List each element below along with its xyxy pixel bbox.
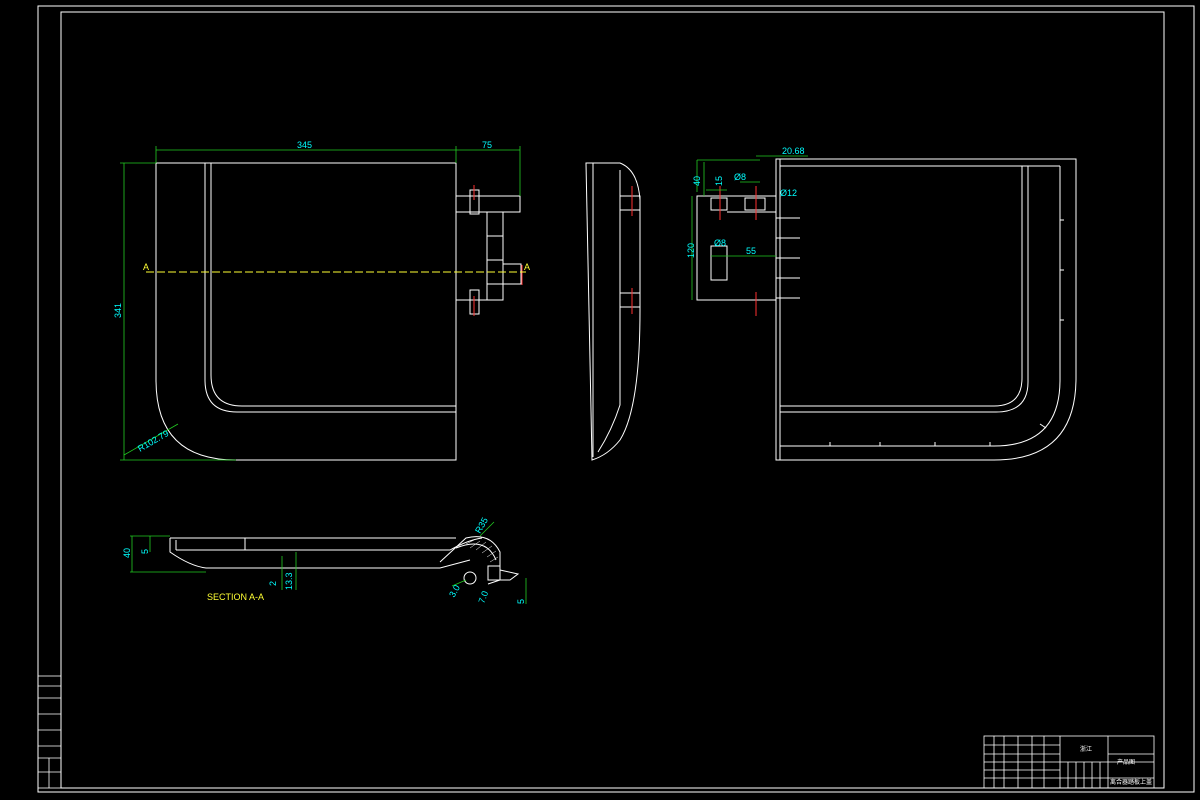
front-view-center-marks: [473, 185, 523, 316]
sec-dim-5: 5: [140, 549, 150, 554]
dim-tab: 75: [482, 140, 492, 150]
dim-phi8-top: Ø8: [734, 172, 746, 182]
dim-120: 120: [686, 243, 696, 258]
title-part-name: 离合器踏板上盖: [1110, 778, 1152, 786]
front-view: [155, 162, 522, 461]
dim-phi12: Ø12: [780, 188, 797, 198]
section-view: [169, 536, 520, 585]
dim-40-top: 40: [692, 176, 702, 186]
front-view-dimensions: [120, 146, 521, 461]
sec-dim-70: 7.0: [476, 590, 490, 605]
dim-radius: R102.79: [136, 428, 170, 454]
cad-drawing-canvas: A A 345 75 341 R102.79 20.68 40 15 Ø8 Ø1…: [37, 5, 1195, 793]
dim-phi8: Ø8: [714, 238, 726, 248]
sec-dim-40: 40: [122, 548, 132, 558]
title-company: 浙江: [1080, 745, 1092, 753]
sec-dim-30: 3.0: [447, 583, 462, 599]
sec-dim-r: R35: [473, 516, 490, 535]
sec-dim-133: 13.3: [284, 572, 294, 590]
section-label: SECTION A-A: [207, 592, 264, 602]
revision-strip: [37, 675, 62, 789]
dim-offset: 20.68: [782, 146, 805, 156]
dim-55: 55: [746, 246, 756, 256]
sec-dim-2: 2: [268, 581, 278, 586]
dim-width: 345: [297, 140, 312, 150]
dim-height: 341: [113, 303, 123, 318]
section-marker-right: A: [524, 262, 530, 272]
section-marker-left: A: [143, 262, 149, 272]
dim-15: 15: [714, 176, 724, 186]
rear-view: [696, 158, 1077, 461]
sheet-outer-border: [37, 5, 1195, 793]
sec-dim-5b: 5: [516, 599, 526, 604]
title-product: 产品图: [1117, 758, 1135, 766]
sheet-inner-border: [60, 11, 1165, 789]
